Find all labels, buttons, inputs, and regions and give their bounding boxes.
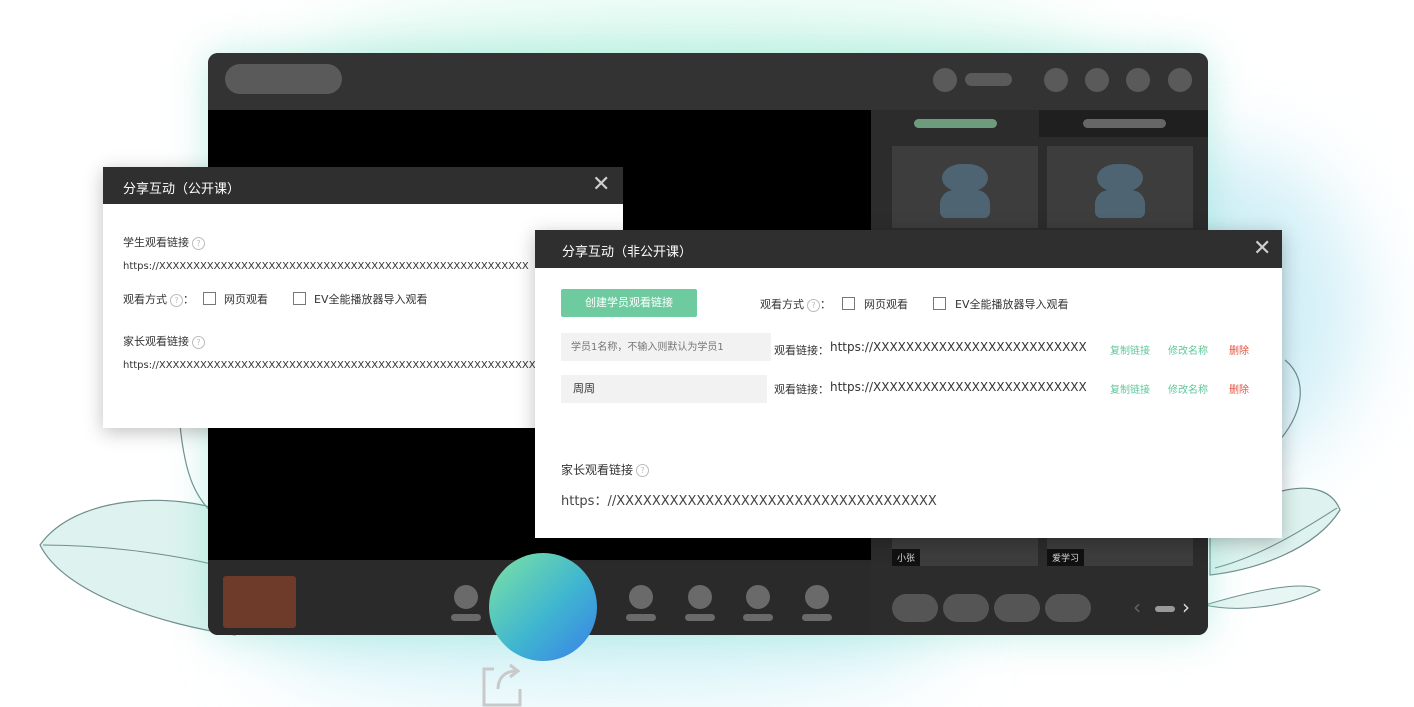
watch-link-url[interactable]: https://XXXXXXXXXXXXXXXXXXXXXXXXXX	[830, 380, 1087, 394]
page-indicator	[1155, 606, 1175, 612]
copy-link-button[interactable]: 复制链接	[1110, 381, 1150, 396]
chevron-left-icon[interactable]: ‹	[1133, 595, 1141, 619]
control-button[interactable]	[802, 585, 832, 621]
student-link-url[interactable]: https://XXXXXXXXXXXXXXXXXXXXXXXXXXXXXXXX…	[123, 261, 529, 272]
parent-link-label: 家长观看链接	[561, 463, 633, 477]
chevron-right-icon[interactable]: ›	[1182, 595, 1190, 619]
student-link-label: 学生观看链接	[123, 236, 189, 249]
panel-button[interactable]	[1045, 594, 1091, 622]
user-avatar-icon	[1097, 164, 1143, 192]
status-pill	[965, 73, 1012, 86]
question-circle-icon[interactable]: ?	[170, 294, 183, 307]
option-web-label: 网页观看	[224, 291, 268, 307]
parent-link-row: 家长观看链接?	[123, 333, 205, 349]
participant-tile[interactable]	[892, 146, 1038, 228]
gradient-orb-decoration	[489, 553, 597, 661]
control-button[interactable]	[685, 585, 715, 621]
dialog-title: 分享互动（非公开课）	[562, 241, 692, 260]
tab-video[interactable]	[871, 110, 1039, 137]
student-name-field[interactable]: 周周	[561, 375, 767, 403]
copy-link-button[interactable]: 复制链接	[1110, 342, 1150, 357]
checkbox-ev[interactable]	[293, 292, 306, 305]
share-dialog-private: 分享互动（非公开课） ✕ 创建学员观看链接 观看方式?： 网页观看 EV全能播放…	[535, 230, 1282, 538]
delete-button[interactable]: 删除	[1229, 342, 1249, 357]
parent-link-url[interactable]: https：//XXXXXXXXXXXXXXXXXXXXXXXXXXXXXXXX…	[561, 490, 937, 509]
question-circle-icon[interactable]: ?	[636, 464, 649, 477]
watch-link-url[interactable]: https://XXXXXXXXXXXXXXXXXXXXXXXXXX	[830, 340, 1087, 354]
checkbox-web[interactable]	[203, 292, 216, 305]
student-name-input[interactable]	[561, 333, 771, 361]
parent-link-row: 家长观看链接?	[561, 461, 649, 478]
close-icon[interactable]: ✕	[592, 174, 610, 196]
delete-button[interactable]: 删除	[1229, 381, 1249, 396]
dialog-title: 分享互动（公开课）	[123, 178, 240, 197]
user-avatar-icon	[942, 164, 988, 192]
close-icon[interactable]: ✕	[1253, 238, 1271, 260]
participant-name: 爱学习	[1047, 549, 1084, 566]
watch-link-label: 观看链接：	[774, 342, 829, 358]
status-icon[interactable]	[933, 68, 957, 92]
dialog-header: 分享互动（公开课） ✕	[103, 167, 623, 204]
tab-chat[interactable]	[1040, 110, 1208, 137]
panel-button[interactable]	[892, 594, 938, 622]
checkbox-ev[interactable]	[933, 297, 946, 310]
question-circle-icon[interactable]: ?	[192, 237, 205, 250]
top-bar	[208, 53, 1208, 110]
option-ev-label: EV全能播放器导入观看	[955, 296, 1068, 312]
parent-link-url[interactable]: https://XXXXXXXXXXXXXXXXXXXXXXXXXXXXXXXX…	[123, 360, 556, 371]
share-icon[interactable]	[480, 661, 524, 707]
watch-link-label: 观看链接：	[774, 381, 829, 397]
rename-button[interactable]: 修改名称	[1168, 381, 1208, 396]
participant-name: 小张	[892, 549, 920, 566]
control-button[interactable]	[451, 585, 481, 621]
self-video-thumbnail[interactable]	[223, 576, 296, 628]
control-button[interactable]	[743, 585, 773, 621]
question-circle-icon[interactable]: ?	[807, 299, 820, 312]
control-button[interactable]	[626, 585, 656, 621]
watch-mode-label: 观看方式	[123, 293, 167, 306]
title-placeholder	[225, 64, 342, 94]
panel-tabs	[871, 110, 1208, 137]
watch-mode-row: 观看方式?：	[123, 291, 194, 307]
toolbar-icon-1[interactable]	[1044, 68, 1068, 92]
panel-button[interactable]	[994, 594, 1040, 622]
student-link-row: 学生观看链接?	[123, 234, 205, 250]
dialog-header: 分享互动（非公开课） ✕	[535, 230, 1282, 268]
toolbar-icon-3[interactable]	[1126, 68, 1150, 92]
toolbar-icon-4[interactable]	[1168, 68, 1192, 92]
participant-tile[interactable]	[1047, 146, 1193, 228]
option-ev-label: EV全能播放器导入观看	[314, 291, 427, 307]
watch-mode-label: 观看方式	[760, 298, 804, 311]
watch-mode-row: 观看方式?：	[760, 296, 831, 312]
toolbar-icon-2[interactable]	[1085, 68, 1109, 92]
rename-button[interactable]: 修改名称	[1168, 342, 1208, 357]
checkbox-web[interactable]	[842, 297, 855, 310]
option-web-label: 网页观看	[864, 296, 908, 312]
panel-button[interactable]	[943, 594, 989, 622]
question-circle-icon[interactable]: ?	[192, 336, 205, 349]
parent-link-label: 家长观看链接	[123, 335, 189, 348]
create-link-button[interactable]: 创建学员观看链接	[561, 289, 697, 317]
